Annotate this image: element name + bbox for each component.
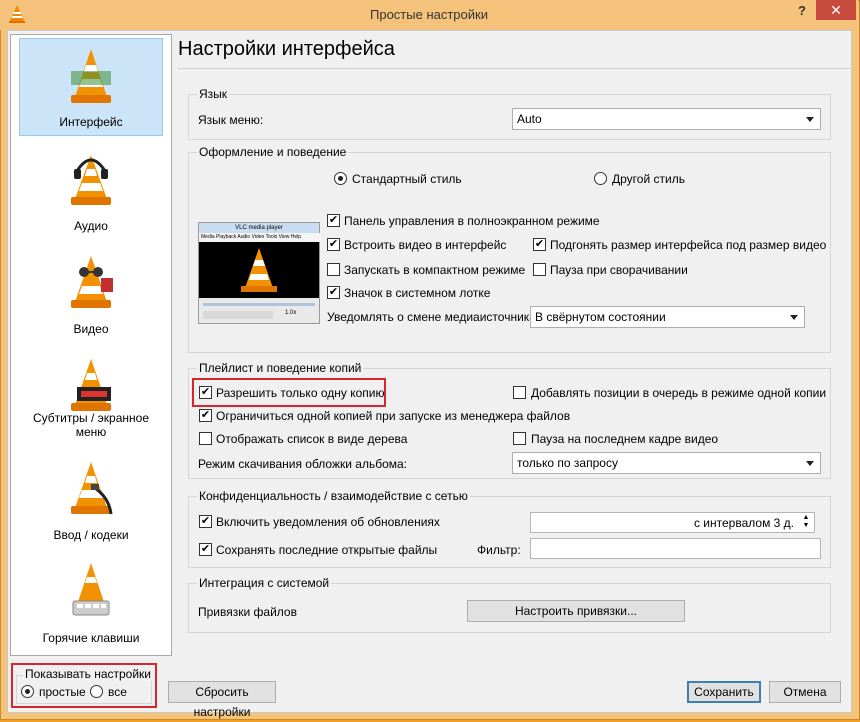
update-interval-spinbox[interactable]: с интервалом 3 д. ▲ ▼: [530, 512, 815, 533]
sidebar-item-label: Ввод / кодеки: [53, 528, 129, 542]
tree-view-checkbox[interactable]: [199, 432, 212, 445]
vlc-cone-headphones-icon: [71, 155, 111, 205]
style-custom-label: Другой стиль: [612, 172, 685, 186]
notify-value: В свёрнутом состоянии: [535, 310, 666, 324]
enqueue-one-checkbox[interactable]: [513, 386, 526, 399]
resize-interface-label: Подгонять размер интерфейса под размер в…: [550, 238, 827, 252]
one-instance-fm-checkbox[interactable]: ✔: [199, 409, 212, 422]
sidebar-item-video[interactable]: Видео: [19, 244, 163, 342]
integration-legend: Интеграция с системой: [197, 576, 332, 590]
vlc-cone-preview-icon: [241, 248, 277, 292]
preview-titlebar: VLC media player: [199, 223, 319, 233]
filter-label: Фильтр:: [477, 543, 521, 557]
playlist-legend: Плейлист и поведение копий: [197, 361, 364, 375]
enqueue-one-label: Добавлять позиции в очередь в режиме одн…: [531, 386, 827, 400]
preview-menubar: Media Playback Audio Video Tools View He…: [199, 233, 321, 242]
minimal-view-checkbox[interactable]: [327, 263, 340, 276]
show-simple-radio[interactable]: [21, 685, 34, 698]
fullscreen-controller-label: Панель управления в полноэкранном режиме: [344, 214, 600, 228]
preview-speed: 1.0x: [285, 310, 297, 316]
updates-checkbox[interactable]: ✔: [199, 515, 212, 528]
file-assoc-label: Привязки файлов: [198, 605, 297, 619]
style-custom-radio[interactable]: [594, 172, 607, 185]
preview-video-area: [199, 242, 319, 298]
update-interval-value: с интервалом 3 д.: [693, 516, 794, 530]
vlc-cone-interface-icon: [71, 49, 111, 103]
help-button[interactable]: ?: [792, 3, 812, 21]
close-button[interactable]: ✕: [816, 0, 856, 20]
privacy-legend: Конфиденциальность / взаимодействие с се…: [197, 489, 470, 503]
notify-combo[interactable]: В свёрнутом состоянии: [530, 306, 805, 328]
album-art-label: Режим скачивания обложки альбома:: [198, 457, 408, 471]
sidebar-item-label: Горячие клавиши: [42, 631, 140, 645]
album-art-value: только по запросу: [517, 456, 618, 470]
recent-files-label: Сохранять последние открытые файлы: [216, 543, 438, 557]
page-title: Настройки интерфейса: [178, 38, 395, 60]
interface-preview-image: VLC media player Media Playback Audio Vi…: [198, 222, 321, 324]
preview-seekbar: [203, 303, 315, 306]
chevron-down-icon: [790, 315, 798, 320]
header-divider: [178, 68, 852, 69]
vlc-cone-cable-icon: [71, 462, 113, 515]
sidebar-item-subtitles[interactable]: Субтитры / экранное меню: [19, 347, 163, 445]
chevron-down-icon: [806, 117, 814, 122]
pause-minimized-label: Пауза при сворачивании: [550, 263, 688, 277]
show-simple-label: простые: [39, 685, 86, 699]
vlc-cone-keyboard-icon: [72, 563, 110, 616]
minimal-view-label: Запускать в компактном режиме: [344, 263, 526, 277]
cancel-button[interactable]: Отмена: [769, 681, 841, 703]
style-native-label: Стандартный стиль: [352, 172, 462, 186]
sidebar-item-label: Субтитры / экранное меню: [33, 411, 149, 439]
show-all-radio[interactable]: [90, 685, 103, 698]
file-assoc-button[interactable]: Настроить привязки...: [467, 600, 685, 622]
sidebar-item-input-codecs[interactable]: Ввод / кодеки: [19, 450, 163, 548]
systray-icon-label: Значок в системном лотке: [344, 286, 491, 300]
category-sidebar: Интерфейс Аудио Видео Субтитры / экранно…: [10, 34, 172, 656]
sidebar-item-label: Видео: [73, 322, 109, 336]
notify-label: Уведомлять о смене медиаисточника:: [327, 310, 540, 324]
sidebar-item-hotkeys[interactable]: Горячие клавиши: [19, 553, 163, 651]
sidebar-item-label: Интерфейс: [59, 115, 123, 129]
sidebar-item-audio[interactable]: Аудио: [19, 141, 163, 239]
spin-arrows-icon[interactable]: ▲ ▼: [800, 514, 812, 531]
recent-files-checkbox[interactable]: ✔: [199, 543, 212, 556]
one-instance-checkbox[interactable]: ✔: [199, 386, 212, 399]
chevron-down-icon: [806, 461, 814, 466]
menu-language-label: Язык меню:: [198, 113, 264, 127]
pause-last-frame-label: Пауза на последнем кадре видео: [531, 432, 719, 446]
resize-interface-checkbox[interactable]: ✔: [533, 238, 546, 251]
one-instance-label: Разрешить только одну копию: [216, 386, 385, 400]
preview-controls: [203, 311, 273, 319]
pause-last-frame-checkbox[interactable]: [513, 432, 526, 445]
sidebar-item-label: Аудио: [74, 219, 108, 233]
menu-language-combo[interactable]: Auto: [512, 108, 821, 130]
show-settings-legend: Показывать настройки: [23, 667, 154, 681]
tree-view-label: Отображать список в виде дерева: [216, 432, 408, 446]
systray-icon-checkbox[interactable]: ✔: [327, 286, 340, 299]
fullscreen-controller-checkbox[interactable]: ✔: [327, 214, 340, 227]
sidebar-item-interface[interactable]: Интерфейс: [19, 38, 163, 136]
language-legend: Язык: [197, 87, 230, 101]
menu-language-value: Auto: [517, 112, 542, 126]
style-native-radio[interactable]: [334, 172, 347, 185]
embed-video-label: Встроить видео в интерфейс: [344, 238, 507, 252]
pause-minimized-checkbox[interactable]: [533, 263, 546, 276]
filter-input[interactable]: [530, 538, 821, 559]
one-instance-fm-label: Ограничиться одной копией при запуске из…: [216, 409, 571, 423]
embed-video-checkbox[interactable]: ✔: [327, 238, 340, 251]
window-title: Простые настройки: [370, 7, 488, 22]
look-legend: Оформление и поведение: [197, 145, 349, 159]
updates-label: Включить уведомления об обновлениях: [216, 515, 440, 529]
vlc-cone-subtitle-icon: [71, 359, 111, 411]
reset-button[interactable]: Сбросить настройки: [168, 681, 276, 719]
save-button[interactable]: Сохранить: [687, 681, 761, 703]
show-all-label: все: [108, 685, 127, 699]
vlc-cone-glasses-icon: [71, 256, 113, 308]
album-art-combo[interactable]: только по запросу: [512, 452, 821, 474]
